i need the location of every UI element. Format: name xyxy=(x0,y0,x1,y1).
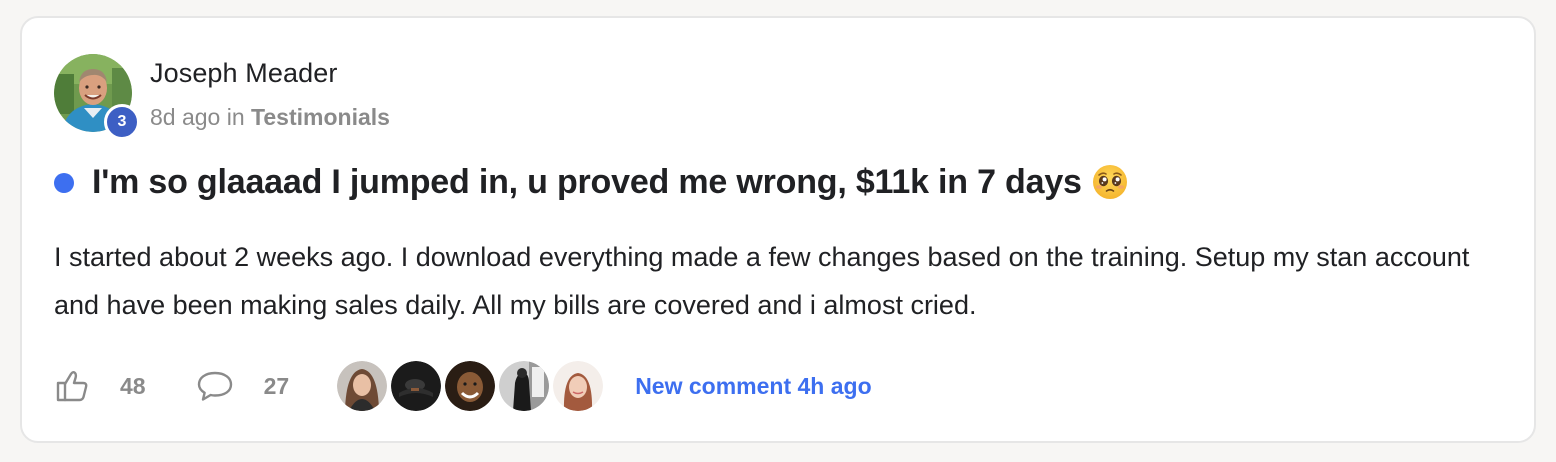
pleading-face-emoji-icon xyxy=(1092,165,1127,199)
commenter-avatar[interactable] xyxy=(337,361,388,411)
meta-in-label: in xyxy=(226,104,245,130)
comment-count: 27 xyxy=(263,372,290,399)
thumbs-up-icon xyxy=(56,371,88,402)
post-body: I started about 2 weeks ago. I download … xyxy=(54,242,1470,320)
post-title[interactable]: I'm so glaaaad I jumped in, u proved me … xyxy=(92,163,1082,202)
commenter-avatar[interactable] xyxy=(391,361,442,411)
comment-button[interactable]: 27 xyxy=(196,368,290,404)
recent-commenters[interactable] xyxy=(337,361,607,411)
author-avatar-wrapper[interactable]: 3 xyxy=(54,54,140,140)
category-link[interactable]: Testimonials xyxy=(251,104,390,130)
post-time: 8d ago xyxy=(150,104,221,130)
post-meta: 8d ago in Testimonials xyxy=(150,104,390,131)
unread-indicator xyxy=(54,173,74,193)
commenter-avatar[interactable] xyxy=(445,361,496,411)
level-badge: 3 xyxy=(104,104,140,140)
speech-bubble-icon xyxy=(197,371,232,401)
author-name[interactable]: Joseph Meader xyxy=(150,58,337,89)
like-count: 48 xyxy=(120,372,146,399)
new-comment-link[interactable]: New comment 4h ago xyxy=(635,373,871,400)
commenter-avatar[interactable] xyxy=(553,361,604,411)
post-title-row[interactable]: I'm so glaaaad I jumped in, u proved me … xyxy=(54,160,1128,204)
post-actions: 48 27 New comment 4h ago xyxy=(54,361,872,411)
post-card[interactable]: 3 Joseph Meader 8d ago in Testimonials I… xyxy=(20,16,1536,443)
commenter-avatar[interactable] xyxy=(499,361,550,411)
like-button[interactable]: 48 xyxy=(54,368,146,404)
